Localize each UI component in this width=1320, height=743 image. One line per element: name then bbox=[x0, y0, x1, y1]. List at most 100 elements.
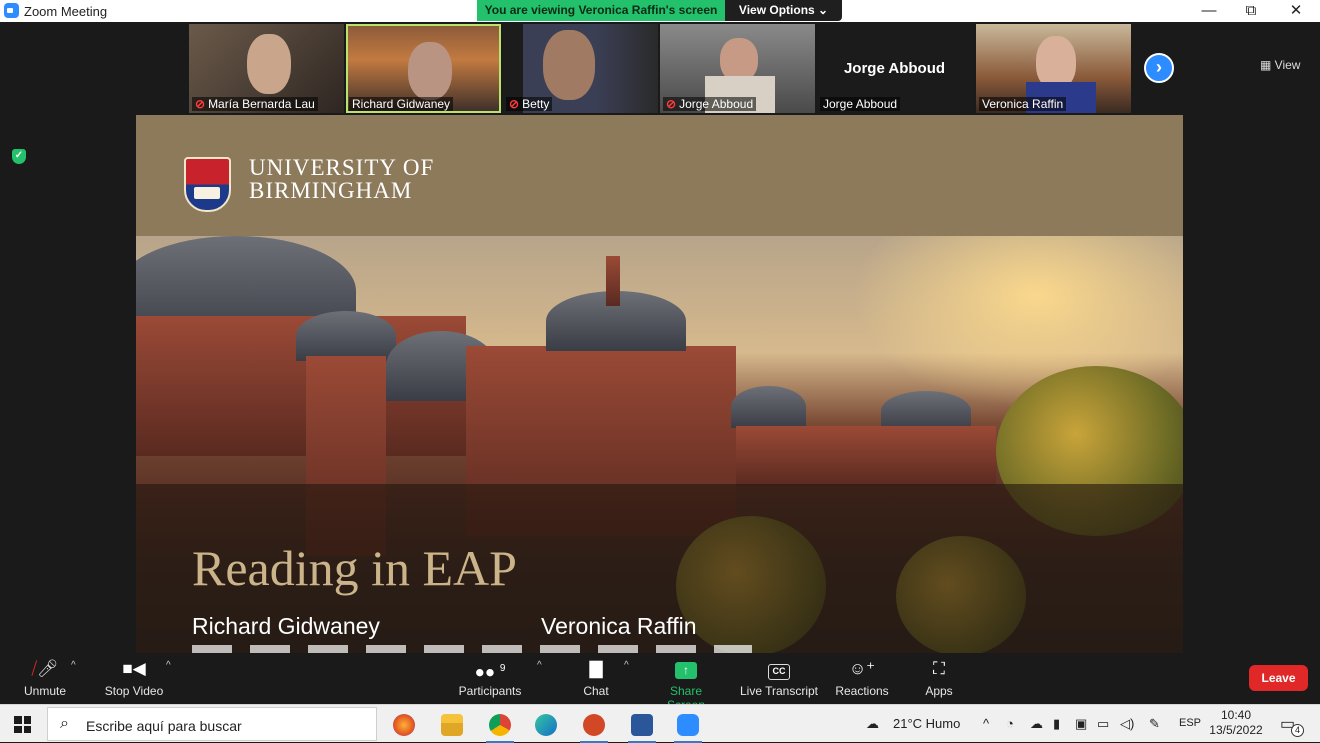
firefox-icon[interactable] bbox=[382, 709, 426, 741]
search-icon: ⌕ bbox=[60, 715, 69, 732]
university-name-line2: BIRMINGHAM bbox=[249, 178, 413, 203]
participant-tile-active[interactable]: Richard Gidwaney bbox=[346, 24, 501, 113]
participants-options-caret-icon[interactable]: ^ bbox=[537, 660, 542, 671]
participant-tile-video-off[interactable]: Jorge Abboud Jorge Abboud bbox=[817, 24, 972, 113]
dome-shape bbox=[731, 386, 806, 428]
search-placeholder: Escribe aquí para buscar bbox=[86, 718, 242, 734]
zoom-icon[interactable] bbox=[666, 709, 710, 743]
show-hidden-icons-icon[interactable]: ^ bbox=[983, 716, 989, 731]
view-label: View bbox=[1274, 58, 1301, 72]
apps-label: Apps bbox=[925, 684, 953, 698]
minimize-button[interactable]: — bbox=[1194, 2, 1224, 20]
video-camera-icon: ■◀ bbox=[122, 659, 146, 678]
participant-tile[interactable]: Veronica Raffin bbox=[976, 24, 1131, 113]
muted-microphone-icon: ⧸🎤︎ bbox=[31, 659, 59, 678]
grid-icon: ▦ bbox=[1260, 58, 1275, 72]
language-indicator[interactable]: ESP bbox=[1179, 717, 1201, 729]
video-options-caret-icon[interactable]: ^ bbox=[166, 660, 171, 671]
university-crest-icon bbox=[184, 157, 231, 212]
participant-display-name: Jorge Abboud bbox=[843, 60, 946, 77]
shared-screen-slide: UNIVERSITY OF BIRMINGHAM Reading in EAP … bbox=[136, 115, 1183, 653]
view-button[interactable]: ▦ View bbox=[1260, 55, 1312, 75]
network-icon[interactable]: ◔ bbox=[1006, 716, 1014, 731]
security-shield-icon[interactable]: ✓ bbox=[12, 149, 26, 164]
powerpoint-icon[interactable] bbox=[572, 709, 616, 743]
participant-name: Veronica Raffin bbox=[979, 97, 1067, 111]
reactions-label: Reactions bbox=[835, 684, 889, 698]
chat-button[interactable]: ▇ Chat bbox=[575, 658, 617, 702]
dome-shape bbox=[881, 391, 971, 431]
battery-icon[interactable]: ▭ bbox=[1097, 716, 1109, 732]
dome-shape bbox=[296, 311, 396, 361]
taskbar-search-box[interactable]: ⌕ Escribe aquí para buscar bbox=[47, 707, 377, 741]
presenter-name-1: Richard Gidwaney bbox=[192, 613, 380, 639]
participants-icon: ●● 9 bbox=[474, 662, 506, 682]
participants-label: Participants bbox=[458, 684, 522, 698]
volume-icon[interactable]: ◁) bbox=[1120, 716, 1134, 732]
window-titlebar: Zoom Meeting You are viewing Veronica Ra… bbox=[0, 0, 1320, 22]
slide-title: Reading in EAP bbox=[192, 540, 517, 596]
next-page-arrow-icon[interactable]: › bbox=[1144, 53, 1174, 83]
clock-time: 10:40 bbox=[1220, 708, 1252, 722]
participant-name: ⊘ Jorge Abboud bbox=[663, 97, 757, 111]
zoom-app-icon bbox=[4, 3, 19, 18]
microphone-icon[interactable]: ▮ bbox=[1053, 716, 1060, 732]
chat-options-caret-icon[interactable]: ^ bbox=[624, 660, 629, 671]
leave-button[interactable]: Leave bbox=[1249, 665, 1308, 691]
close-button[interactable]: ✕ bbox=[1281, 2, 1311, 20]
meeting-toolbar: ⧸🎤︎ Unmute ^ ■◀ Stop Video ^ ●● 9 Partic… bbox=[0, 654, 1320, 712]
participants-button[interactable]: ●● 9 Participants bbox=[455, 658, 525, 702]
participant-name: Richard Gidwaney bbox=[349, 97, 454, 111]
slide-header: UNIVERSITY OF BIRMINGHAM bbox=[136, 115, 1183, 236]
building-shape bbox=[736, 426, 996, 486]
weather-text[interactable]: 21°C Humo bbox=[893, 716, 960, 731]
spire-shape bbox=[606, 256, 620, 306]
pen-icon[interactable]: ✎ bbox=[1149, 716, 1160, 732]
apps-icon: ⛶ bbox=[933, 659, 945, 678]
live-transcript-label: Live Transcript bbox=[739, 684, 819, 698]
muted-mic-icon: ⊘ bbox=[509, 97, 520, 111]
participant-name: ⊘ Betty bbox=[506, 97, 553, 111]
taskbar-clock[interactable]: 10:40 13/5/2022 bbox=[1208, 708, 1264, 738]
file-explorer-icon[interactable] bbox=[430, 709, 474, 741]
muted-mic-icon: ⊘ bbox=[666, 97, 677, 111]
participant-name: ⊘ María Bernarda Lau bbox=[192, 97, 318, 111]
participants-count: 9 bbox=[499, 663, 506, 674]
presenter-name-2: Veronica Raffin bbox=[541, 613, 697, 639]
chat-label: Chat bbox=[583, 684, 609, 698]
stop-video-button[interactable]: ■◀ Stop Video bbox=[100, 658, 168, 702]
participant-video bbox=[247, 34, 291, 94]
unmute-button[interactable]: ⧸🎤︎ Unmute bbox=[18, 658, 72, 702]
weather-icon: ☁ bbox=[866, 716, 879, 731]
restore-button[interactable]: ⧉ bbox=[1236, 2, 1266, 20]
windows-start-icon[interactable] bbox=[14, 716, 31, 733]
participant-name: Jorge Abboud bbox=[820, 97, 901, 111]
closed-captions-icon: CC bbox=[738, 658, 820, 680]
participant-video bbox=[543, 30, 595, 100]
edge-icon[interactable] bbox=[524, 709, 568, 741]
clock-date: 13/5/2022 bbox=[1209, 723, 1263, 737]
smiley-plus-icon: ☺⁺ bbox=[848, 659, 876, 678]
participant-tile[interactable]: ⊘ María Bernarda Lau bbox=[189, 24, 344, 113]
window-title: Zoom Meeting bbox=[24, 4, 108, 19]
word-icon[interactable] bbox=[620, 709, 664, 743]
share-screen-icon: ↑ bbox=[650, 658, 722, 680]
notification-count-badge: 4 bbox=[1291, 724, 1304, 737]
clipped-text-line bbox=[192, 645, 752, 653]
reactions-button[interactable]: ☺⁺ Reactions bbox=[832, 658, 892, 702]
participant-tile[interactable]: ⊘ Jorge Abboud bbox=[660, 24, 815, 113]
share-screen-button[interactable]: ↑ Share Screen bbox=[650, 658, 722, 712]
participant-video bbox=[408, 42, 452, 100]
cloud-icon[interactable]: ☁ bbox=[1030, 716, 1043, 732]
chrome-icon[interactable] bbox=[478, 709, 522, 743]
windows-taskbar: ⌕ Escribe aquí para buscar ☁ 21°C Humo ^… bbox=[0, 704, 1320, 743]
viewing-screen-banner: You are viewing Veronica Raffin's screen bbox=[477, 0, 725, 21]
apps-button[interactable]: ⛶ Apps bbox=[918, 658, 960, 702]
chat-bubble-icon: ▇ bbox=[589, 659, 603, 678]
audio-options-caret-icon[interactable]: ^ bbox=[71, 660, 76, 671]
participant-tile[interactable]: ⊘ Betty bbox=[503, 24, 658, 113]
live-transcript-button[interactable]: CC Live Transcript bbox=[738, 658, 820, 702]
stop-video-label: Stop Video bbox=[104, 684, 164, 698]
meet-now-icon[interactable]: ▣ bbox=[1075, 716, 1087, 732]
view-options-button[interactable]: View Options ⌄ bbox=[725, 0, 842, 21]
